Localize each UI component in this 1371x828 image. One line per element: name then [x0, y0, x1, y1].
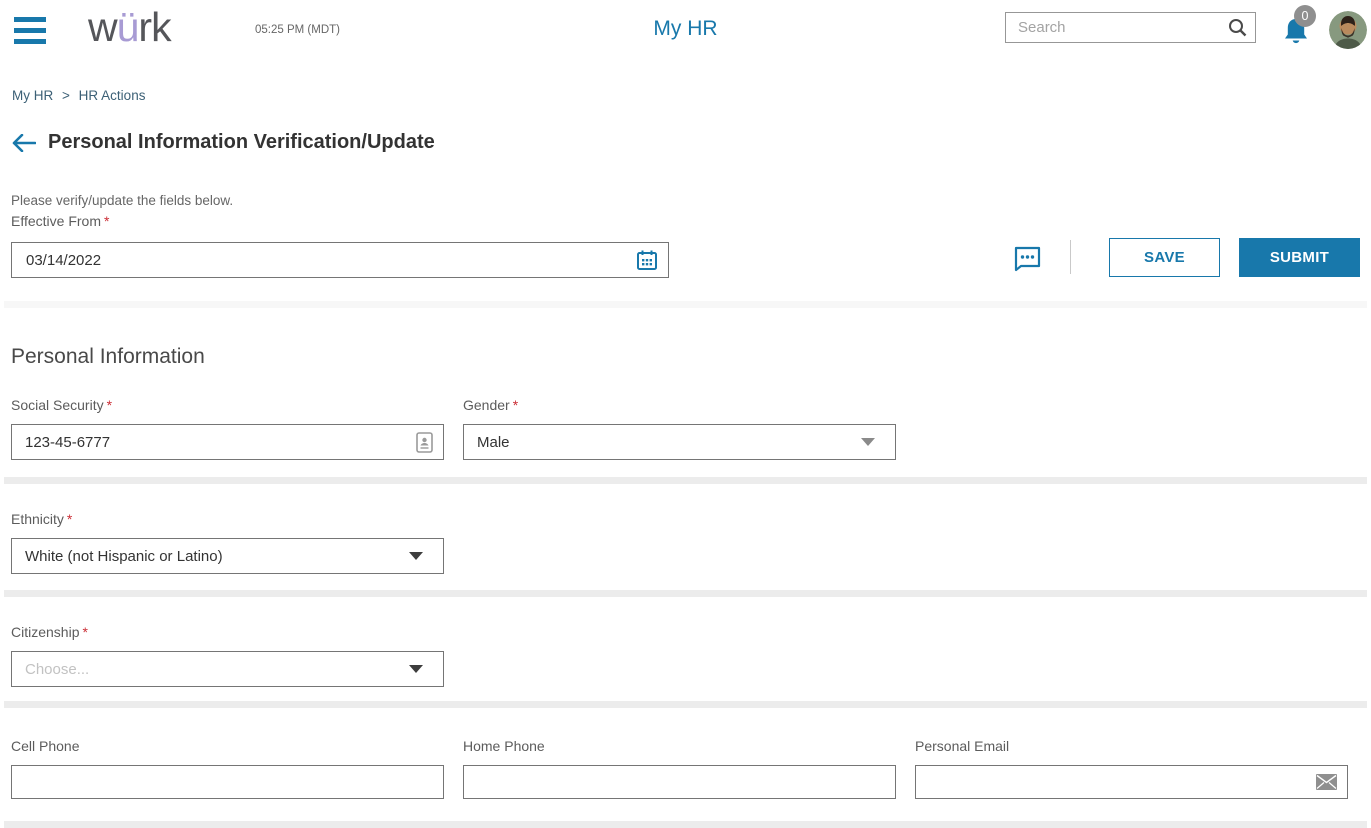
- cell-phone-input-box[interactable]: [11, 765, 444, 799]
- required-marker: *: [106, 397, 113, 413]
- citizenship-field: Citizenship * Choose...: [11, 624, 444, 687]
- section-title: Personal Information: [11, 345, 205, 368]
- gender-label: Gender *: [463, 397, 519, 413]
- wurk-logo[interactable]: würk: [88, 4, 172, 51]
- form-row-4: Cell Phone Home Phone Personal Email: [11, 738, 1371, 799]
- cell-phone-input[interactable]: [25, 773, 433, 791]
- search-icon[interactable]: [1228, 18, 1247, 37]
- logo-text-umlaut: ü: [116, 4, 140, 50]
- required-marker: *: [512, 397, 519, 413]
- chevron-down-icon: [409, 552, 423, 560]
- citizenship-placeholder: Choose...: [25, 660, 90, 678]
- top-header: würk 05:25 PM (MDT) My HR 0: [0, 0, 1371, 62]
- row-divider: [4, 590, 1367, 597]
- comment-icon[interactable]: [1013, 244, 1042, 273]
- menu-icon[interactable]: [14, 17, 46, 44]
- intro-text: Please verify/update the fields below.: [11, 193, 234, 208]
- id-badge-icon: [416, 431, 433, 453]
- search-input[interactable]: [1018, 19, 1228, 36]
- ethnicity-select[interactable]: White (not Hispanic or Latino): [11, 538, 444, 574]
- section-divider: [4, 301, 1367, 308]
- social-security-field: Social Security *: [11, 397, 444, 460]
- form-row-2: Ethnicity * White (not Hispanic or Latino…: [11, 511, 1371, 574]
- home-phone-label: Home Phone: [463, 738, 545, 754]
- avatar[interactable]: [1329, 11, 1367, 49]
- page-header-title: My HR: [653, 17, 718, 40]
- personal-email-input-box[interactable]: [915, 765, 1348, 799]
- logo-text: w: [88, 4, 118, 50]
- logo-text: rk: [138, 4, 171, 50]
- effective-from-field[interactable]: [11, 242, 669, 278]
- app-screen: würk 05:25 PM (MDT) My HR 0: [0, 0, 1371, 828]
- breadcrumb-separator: >: [62, 88, 70, 103]
- personal-email-field: Personal Email: [915, 738, 1348, 799]
- personal-email-label: Personal Email: [915, 738, 1010, 754]
- social-security-label: Social Security *: [11, 397, 113, 413]
- chevron-down-icon: [861, 438, 875, 446]
- breadcrumb: My HR > HR Actions: [12, 88, 1371, 103]
- home-phone-field: Home Phone: [463, 738, 896, 799]
- effective-from-input[interactable]: [26, 251, 636, 269]
- breadcrumb-my-hr[interactable]: My HR: [12, 88, 53, 103]
- button-divider: [1070, 240, 1071, 274]
- bottom-divider: [4, 821, 1367, 828]
- clock-time: 05:25 PM (MDT): [255, 24, 340, 36]
- row-divider: [4, 477, 1367, 484]
- calendar-icon[interactable]: [636, 249, 658, 271]
- gender-value: Male: [477, 433, 510, 451]
- form-row-3: Citizenship * Choose...: [11, 624, 1371, 687]
- home-phone-input[interactable]: [477, 773, 885, 791]
- back-arrow-icon[interactable]: [12, 133, 36, 152]
- social-security-input-box[interactable]: [11, 424, 444, 460]
- required-marker: *: [104, 213, 110, 229]
- personal-email-input[interactable]: [929, 773, 1316, 791]
- ethnicity-label: Ethnicity *: [11, 511, 73, 527]
- citizenship-label: Citizenship *: [11, 624, 88, 640]
- form-row-1: Social Security* Gender* Male: [11, 397, 1371, 460]
- social-security-input[interactable]: [25, 433, 416, 451]
- cell-phone-label: Cell Phone: [11, 738, 80, 754]
- ethnicity-value: White (not Hispanic or Latino): [25, 547, 223, 565]
- chevron-down-icon: [409, 665, 423, 673]
- email-envelope-icon: [1316, 774, 1337, 790]
- row-divider: [4, 701, 1367, 708]
- search-box[interactable]: [1005, 12, 1256, 43]
- submit-button[interactable]: SUBMIT: [1239, 238, 1360, 277]
- notification-count-badge: 0: [1294, 5, 1316, 27]
- page-title: Personal Information Verification/Update: [48, 131, 435, 153]
- effective-from-label: Effective From *: [11, 213, 110, 229]
- ethnicity-field: Ethnicity * White (not Hispanic or Latino…: [11, 511, 444, 574]
- home-phone-input-box[interactable]: [463, 765, 896, 799]
- citizenship-select[interactable]: Choose...: [11, 651, 444, 687]
- save-button[interactable]: SAVE: [1109, 238, 1220, 277]
- breadcrumb-hr-actions[interactable]: HR Actions: [79, 88, 146, 103]
- gender-field: Gender * Male: [463, 397, 896, 460]
- required-marker: *: [66, 511, 73, 527]
- required-marker: *: [82, 624, 88, 640]
- gender-select[interactable]: Male: [463, 424, 896, 460]
- action-row: SAVE SUBMIT: [11, 238, 1360, 278]
- title-row: Personal Information Verification/Update: [12, 131, 1371, 154]
- cell-phone-field: Cell Phone: [11, 738, 444, 799]
